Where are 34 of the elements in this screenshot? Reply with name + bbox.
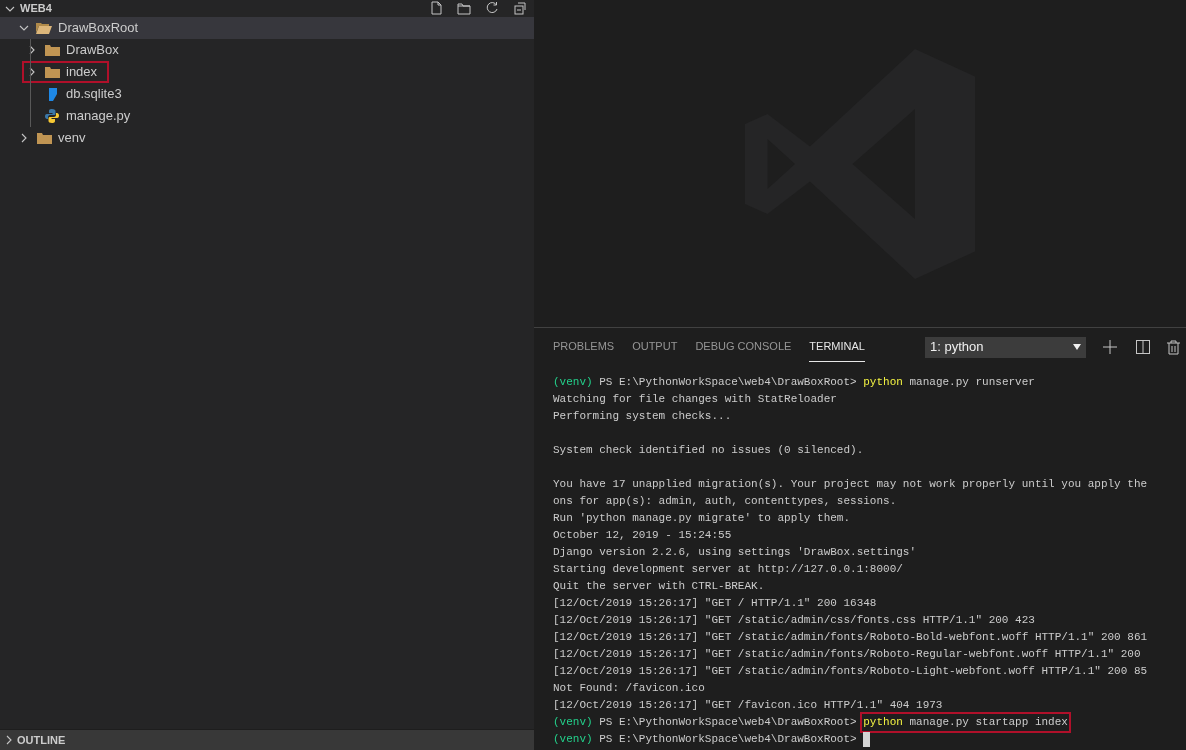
terminal-line: [12/Oct/2019 15:26:17] "GET /favicon.ico HTTP/1.1" 404 1973 (553, 698, 943, 713)
panel-tab[interactable]: DEBUG CONSOLE (695, 332, 792, 362)
terminal-line: Quit the server with CTRL-BREAK. (553, 579, 765, 594)
tree-item[interactable]: DrawBox (22, 39, 131, 61)
terminal-line: System check identified no issues (0 silenced). (553, 443, 864, 458)
tree-item[interactable]: manage.py (22, 105, 143, 127)
terminal-line: Run 'python manage.py migrate' to apply them. (553, 511, 851, 526)
terminal-line: [12/Oct/2019 15:26:17] "GET /static/admin/fonts/Roboto-Bold-webfont.woff HTTP/1.1" 200 861 (553, 630, 1148, 645)
terminal-line: [12/Oct/2019 15:26:17] "GET /static/admin/css/fonts.css HTTP/1.1" 200 423 (553, 613, 1035, 628)
panel-tab[interactable]: PROBLEMS (553, 332, 615, 362)
terminal-line: [12/Oct/2019 15:26:17] "GET / HTTP/1.1" 200 16348 (553, 596, 877, 611)
tree-item[interactable]: venv (14, 127, 98, 149)
terminal-line: Starting development server at http://127.0.0.1:8000/ (553, 562, 903, 577)
terminal-command: python manage.py runserver (863, 375, 1035, 390)
terminal-line: October 12, 2019 - 15:24:55 (553, 528, 732, 543)
panel-tab[interactable]: OUTPUT (632, 332, 678, 362)
terminal-line: [12/Oct/2019 15:26:17] "GET /static/admin/fonts/Roboto-Regular-webfont.woff HTTP/1.1" 200 (553, 647, 1141, 662)
terminal-prompt: (venv) PS E:\PythonWorkSpace\web4\DrawBoxRoot> (553, 715, 858, 730)
terminal-line: Watching for file changes with StatReloader (553, 392, 837, 407)
terminal-line: You have 17 unapplied migration(s). Your project may not work properly until you apply the (553, 477, 1148, 492)
terminal-line: ons for app(s): admin, auth, contenttypes, sessions. (553, 494, 897, 509)
tree-item[interactable]: index (22, 61, 110, 83)
terminal-line: Performing system checks... (553, 409, 732, 424)
outline-title[interactable]: OUTLINE (17, 731, 66, 749)
tree-item[interactable]: db.sqlite3 (22, 83, 134, 105)
explorer-title: WEB4 (20, 1, 52, 17)
terminal-line: [12/Oct/2019 15:26:17] "GET /static/admin/fonts/Roboto-Light-webfont.woff HTTP/1.1" 200 85 (553, 664, 1148, 679)
terminal-command: python manage.py startapp index (862, 714, 1069, 731)
terminal-select[interactable]: 1: python (924, 336, 1086, 358)
terminal-prompt: (venv) PS E:\PythonWorkSpace\web4\DrawBoxRoot> (553, 375, 858, 390)
terminal-line: Django version 2.2.6, using settings 'DrawBox.settings' (553, 545, 917, 560)
terminal-line: Not Found: /favicon.ico (553, 681, 705, 696)
terminal-prompt: (venv) PS E:\PythonWorkSpace\web4\DrawBoxRoot> (553, 732, 857, 747)
panel-tab[interactable]: TERMINAL (809, 332, 865, 362)
